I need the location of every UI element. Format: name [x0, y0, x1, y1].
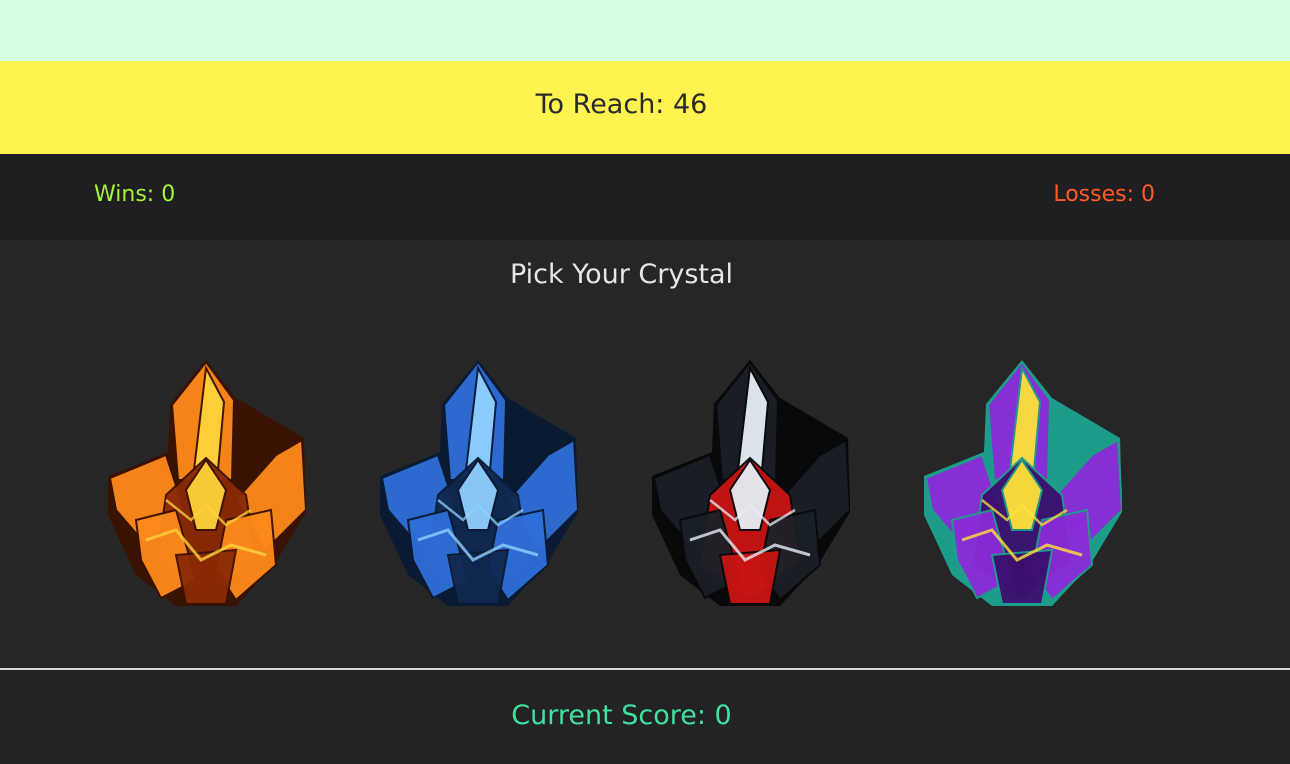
losses-counter: Losses: 0: [1053, 182, 1155, 207]
crystal-button-blue[interactable]: [378, 360, 578, 608]
score-bar: Current Score: 0: [0, 670, 1290, 764]
orange-crystal-icon: [108, 360, 306, 606]
purple-crystal-icon: [924, 360, 1122, 606]
stats-bar: Wins: 0 Losses: 0: [0, 154, 1290, 240]
target-bar: To Reach: 46: [0, 61, 1290, 154]
target-score: To Reach: 46: [535, 89, 708, 120]
top-banner: [0, 0, 1290, 61]
crystal-button-orange[interactable]: [106, 360, 306, 608]
current-score: Current Score: 0: [511, 700, 732, 731]
crystal-button-purple[interactable]: [922, 360, 1122, 608]
pick-title: Pick Your Crystal: [509, 259, 734, 290]
black-red-crystal-icon: [652, 360, 850, 606]
crystal-button-black[interactable]: [650, 360, 850, 608]
wins-counter: Wins: 0: [94, 182, 176, 207]
blue-crystal-icon: [380, 360, 578, 606]
crystal-area: Pick Your Crystal: [0, 240, 1290, 668]
